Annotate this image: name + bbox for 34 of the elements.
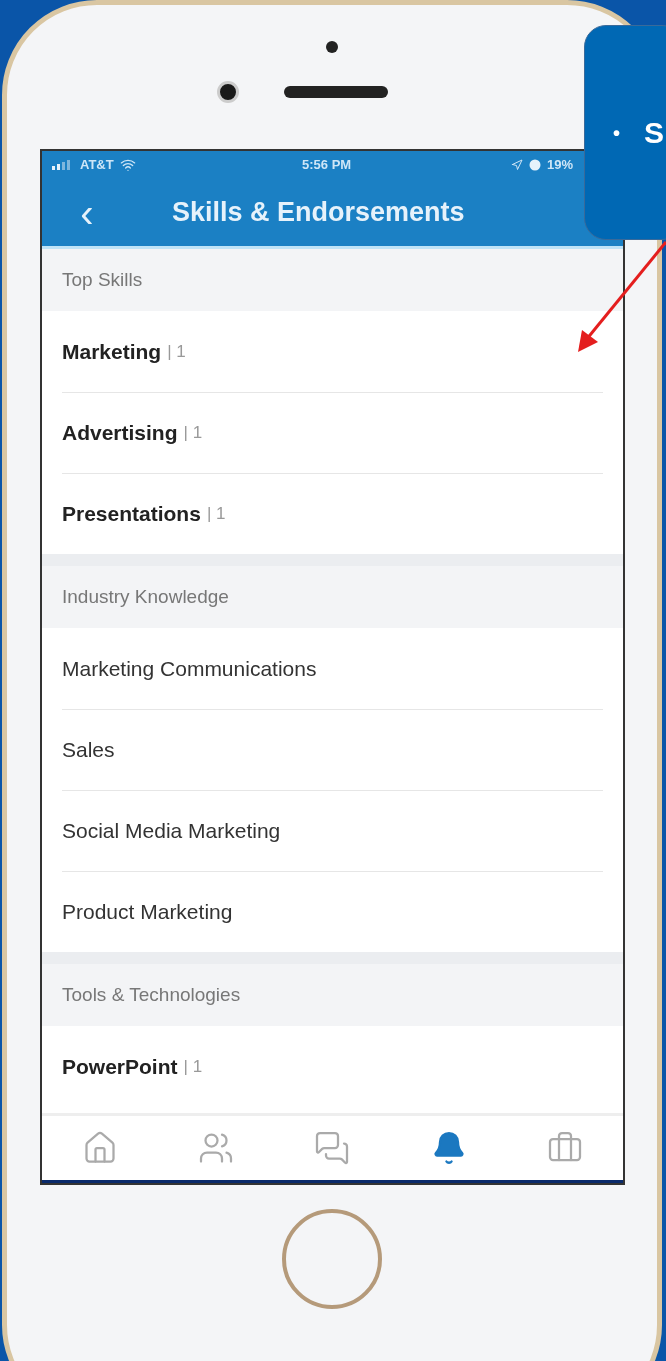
wifi-icon [119, 157, 136, 173]
endorsement-count: | 1 [167, 340, 186, 363]
skill-row[interactable]: Marketing | 1 [62, 311, 603, 392]
endorsement-count: | 1 [183, 422, 203, 445]
skill-row[interactable]: Sales [62, 709, 603, 790]
location-icon [510, 159, 523, 171]
skill-row[interactable]: Presentations | 1 [62, 473, 603, 554]
skill-name: Marketing [62, 338, 162, 365]
skill-name: Sales [62, 737, 115, 764]
section-header: Tools & Technologies [42, 964, 623, 1026]
skill-row[interactable]: Social Media Marketing [62, 790, 603, 871]
section-header: Top Skills [42, 249, 623, 311]
callout-text: S [644, 115, 665, 151]
skill-name: Presentations [62, 501, 201, 528]
skill-name: Advertising [62, 420, 178, 447]
skill-name: Marketing Communications [62, 655, 317, 682]
back-button[interactable]: ‹ [72, 192, 102, 233]
endorsement-count: | 1 [183, 1055, 203, 1078]
endorsement-count: | 1 [206, 503, 226, 526]
battery-percent: 19% [546, 156, 573, 175]
bullet-mark: • [613, 120, 620, 146]
skill-row[interactable]: PowerPoint | 1 [62, 1026, 603, 1107]
section-header: Industry Knowledge [42, 566, 623, 628]
skill-name: Social Media Marketing [62, 818, 281, 845]
carrier-label: AT&T [80, 156, 114, 175]
skill-row[interactable]: Advertising | 1 [62, 392, 603, 473]
skill-row[interactable]: Product Marketing [62, 871, 603, 952]
camera-lens [217, 81, 239, 103]
chat-icon [314, 1130, 351, 1166]
skill-row[interactable]: Marketing Communications [62, 628, 603, 709]
skill-name: Product Marketing [62, 899, 233, 926]
page-title: Skills & Endorsements [172, 196, 465, 230]
clock-time: 5:56 PM [302, 156, 352, 175]
skill-name: PowerPoint [62, 1053, 178, 1080]
